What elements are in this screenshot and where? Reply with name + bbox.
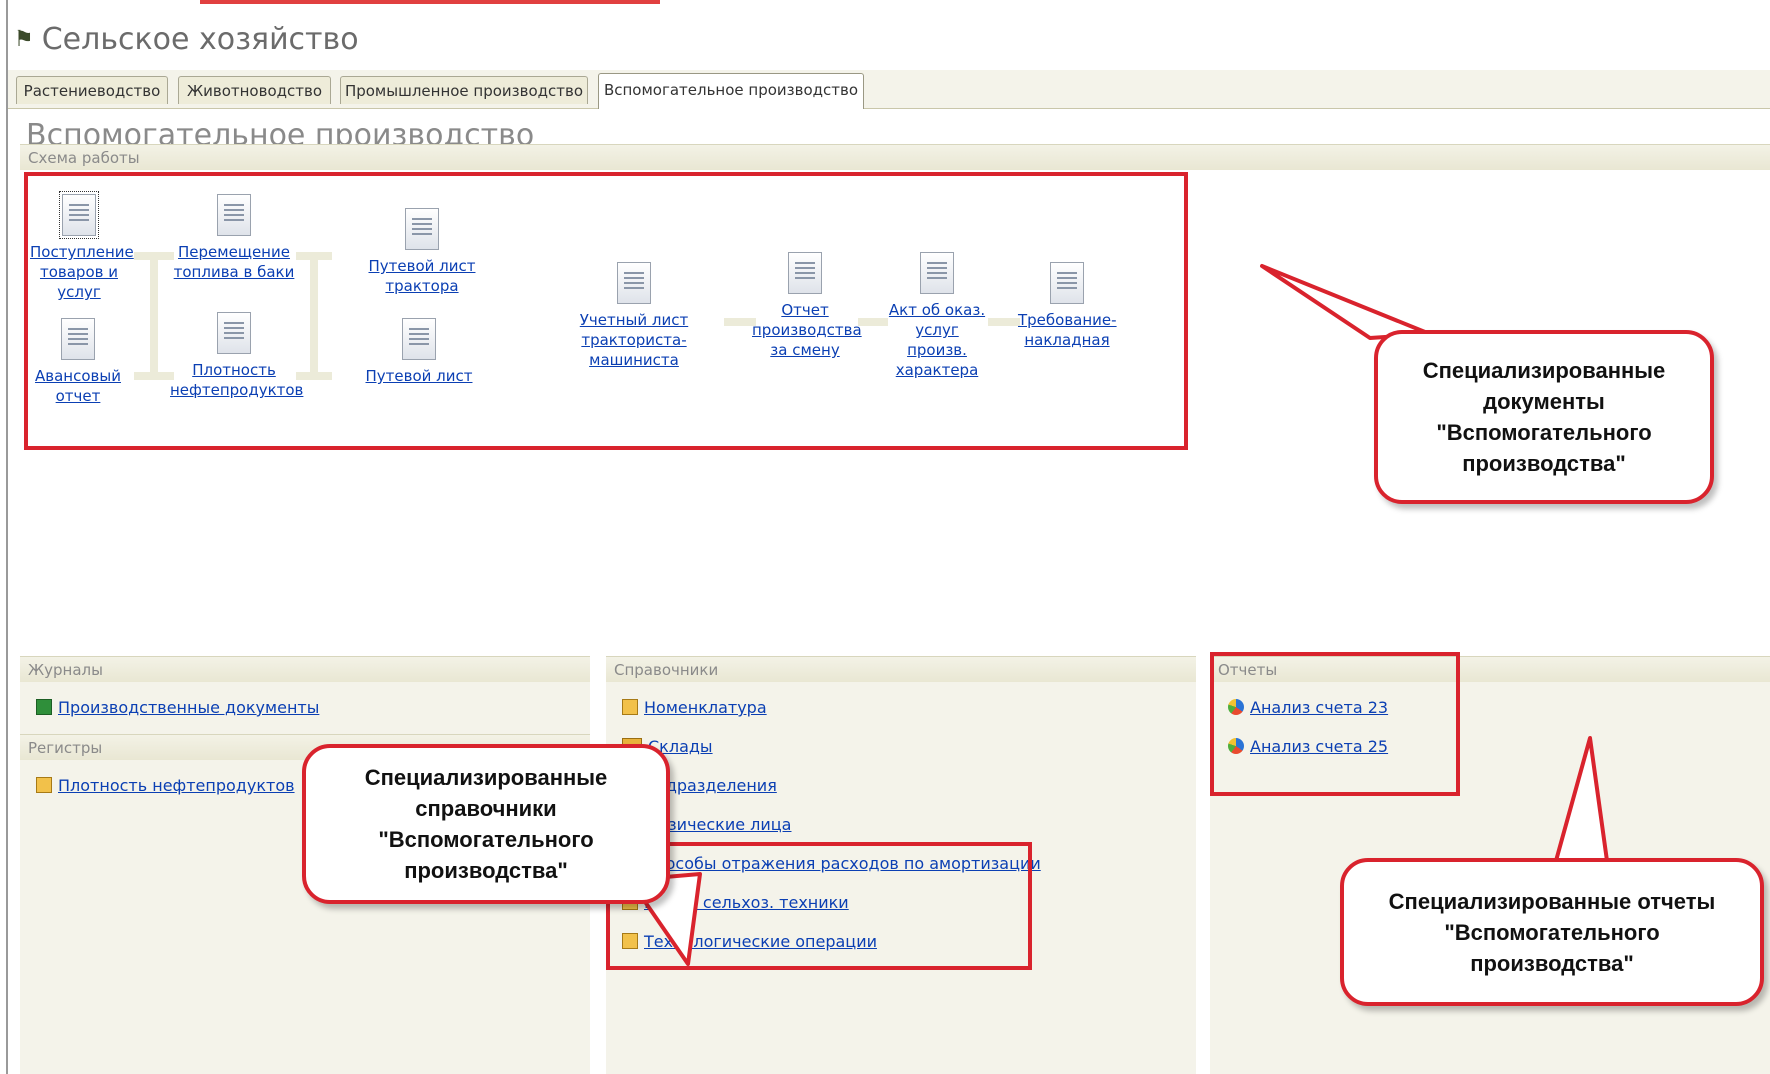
callout-reports: Специализированные отчеты "Вспомогательн… xyxy=(1340,858,1764,1006)
callout-pointer xyxy=(1552,736,1610,870)
callout-pointer xyxy=(1260,264,1432,340)
callout-documents: Специализированные документы "Вспомогате… xyxy=(1374,330,1714,504)
callout-catalogs: Специализированные справочники "Вспомога… xyxy=(302,744,670,904)
